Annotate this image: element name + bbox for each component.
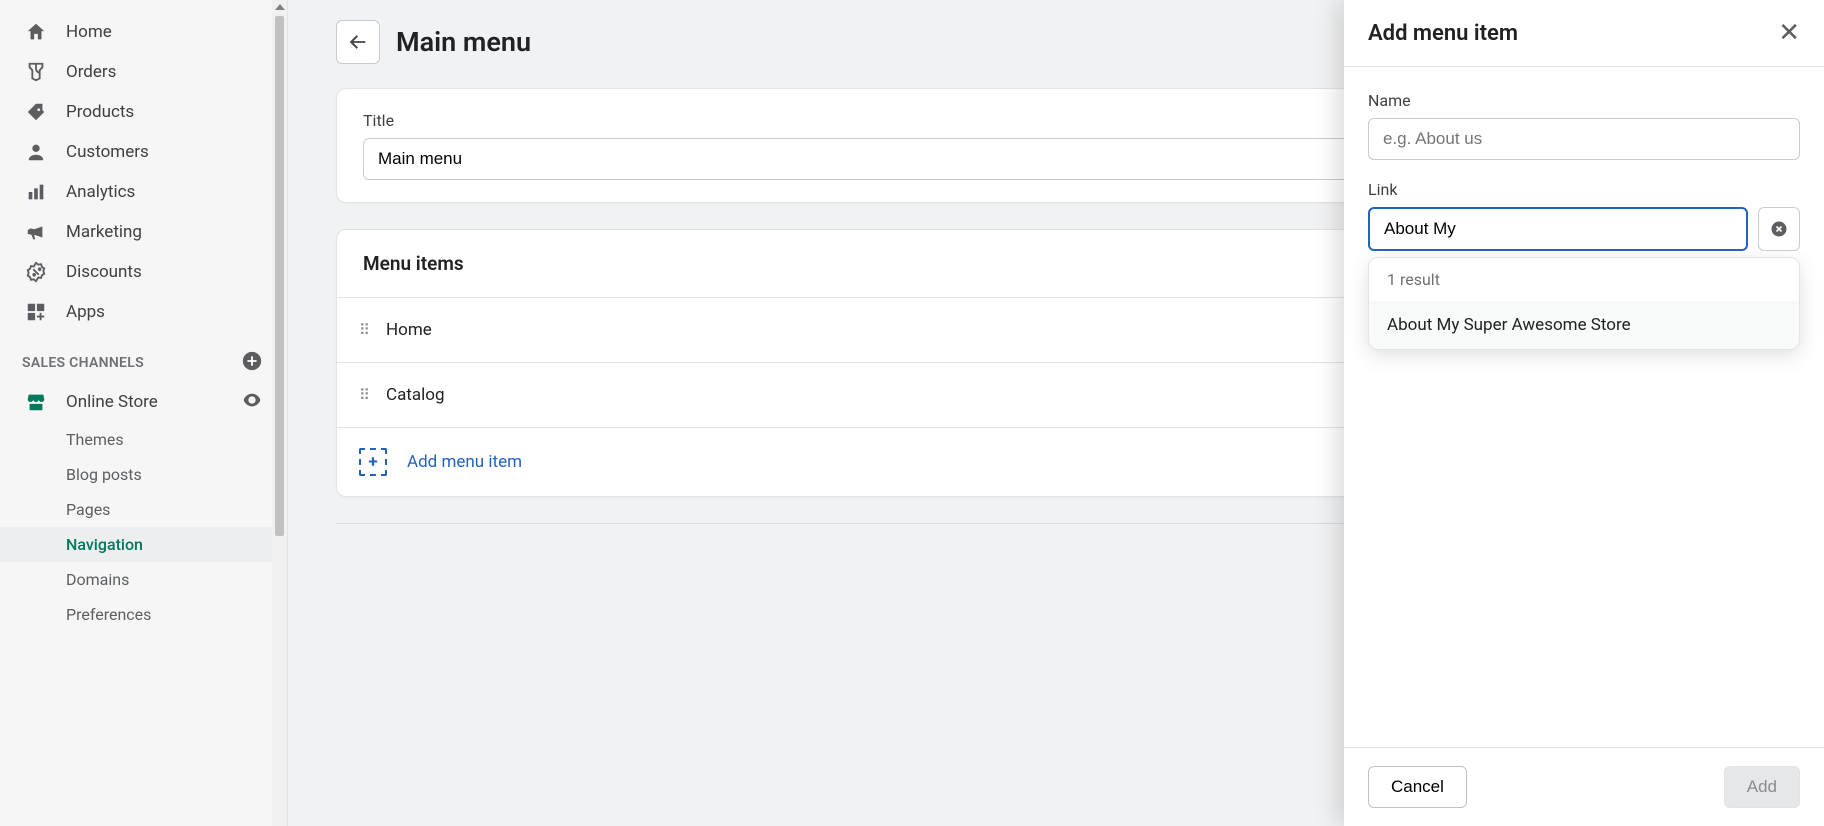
eye-icon [241, 397, 263, 415]
sidebar: Home Orders Products Customers Analytics [0, 0, 288, 826]
nav-orders[interactable]: Orders [0, 52, 287, 92]
subnav-themes[interactable]: Themes [0, 422, 287, 457]
sales-channels-header: SALES CHANNELS [0, 332, 287, 382]
section-label: SALES CHANNELS [22, 355, 144, 371]
clear-icon [1769, 219, 1789, 239]
cancel-button[interactable]: Cancel [1368, 766, 1467, 808]
clear-link-button[interactable] [1758, 207, 1800, 251]
menu-item-label: Catalog [386, 385, 445, 405]
scroll-handle[interactable] [275, 16, 284, 536]
nav-label: Themes [66, 430, 124, 449]
nav-analytics[interactable]: Analytics [0, 172, 287, 212]
nav-label: Blog posts [66, 465, 142, 484]
close-button[interactable]: ✕ [1778, 18, 1800, 48]
subnav-preferences[interactable]: Preferences [0, 597, 287, 632]
panel-title: Add menu item [1368, 21, 1518, 46]
link-result-option[interactable]: About My Super Awesome Store [1369, 301, 1799, 349]
link-field-label: Link [1368, 180, 1800, 199]
nav-apps[interactable]: Apps [0, 292, 287, 332]
drag-handle-icon[interactable]: ⠿ [359, 386, 368, 404]
nav-label: Preferences [66, 605, 151, 624]
nav-label: Navigation [66, 535, 143, 554]
store-icon [24, 390, 48, 414]
scroll-up-icon [275, 4, 285, 10]
add-channel-icon[interactable] [241, 350, 263, 376]
online-store-submenu: Themes Blog posts Pages Navigation Domai… [0, 422, 287, 632]
apps-icon [24, 300, 48, 324]
tag-icon [24, 100, 48, 124]
megaphone-icon [24, 220, 48, 244]
add-menu-item-panel: Add menu item ✕ Name Link 1 result [1344, 0, 1824, 826]
nav-label: Home [66, 22, 112, 42]
nav-discounts[interactable]: Discounts [0, 252, 287, 292]
drag-handle-icon[interactable]: ⠿ [359, 321, 368, 339]
nav-marketing[interactable]: Marketing [0, 212, 287, 252]
nav-label: Orders [66, 62, 116, 82]
orders-icon [24, 60, 48, 84]
view-store-button[interactable] [241, 389, 263, 415]
subnav-domains[interactable]: Domains [0, 562, 287, 597]
nav-label: Discounts [66, 262, 142, 282]
nav-label: Analytics [66, 182, 135, 202]
subnav-navigation[interactable]: Navigation [0, 527, 287, 562]
nav-label: Apps [66, 302, 105, 322]
panel-body: Name Link 1 result About My Super Awesom… [1344, 67, 1824, 747]
nav-label: Customers [66, 142, 149, 162]
arrow-left-icon [347, 31, 369, 53]
nav-label: Domains [66, 570, 129, 589]
name-field-label: Name [1368, 91, 1800, 110]
link-input[interactable] [1368, 207, 1748, 251]
nav-label: Pages [66, 500, 110, 519]
add-menu-item-label: Add menu item [407, 452, 522, 472]
add-button[interactable]: Add [1724, 766, 1800, 808]
nav-products[interactable]: Products [0, 92, 287, 132]
nav-home[interactable]: Home [0, 12, 287, 52]
panel-header: Add menu item ✕ [1344, 0, 1824, 67]
back-button[interactable] [336, 20, 380, 64]
sidebar-scrollbar[interactable] [272, 0, 287, 826]
nav-customers[interactable]: Customers [0, 132, 287, 172]
nav-label: Products [66, 102, 134, 122]
page-title: Main menu [396, 26, 531, 58]
plus-dashed-icon: + [359, 448, 387, 476]
results-count: 1 result [1369, 258, 1799, 301]
nav-label: Marketing [66, 222, 142, 242]
link-results-dropdown: 1 result About My Super Awesome Store [1368, 257, 1800, 350]
close-icon: ✕ [1778, 18, 1800, 48]
panel-footer: Cancel Add [1344, 747, 1824, 826]
chart-icon [24, 180, 48, 204]
nav-online-store[interactable]: Online Store [0, 382, 241, 422]
nav-label: Online Store [66, 392, 158, 412]
home-icon [24, 20, 48, 44]
name-input[interactable] [1368, 118, 1800, 160]
app-root: Home Orders Products Customers Analytics [0, 0, 1824, 826]
person-icon [24, 140, 48, 164]
subnav-pages[interactable]: Pages [0, 492, 287, 527]
menu-item-label: Home [386, 320, 432, 340]
discount-icon [24, 260, 48, 284]
subnav-blog-posts[interactable]: Blog posts [0, 457, 287, 492]
